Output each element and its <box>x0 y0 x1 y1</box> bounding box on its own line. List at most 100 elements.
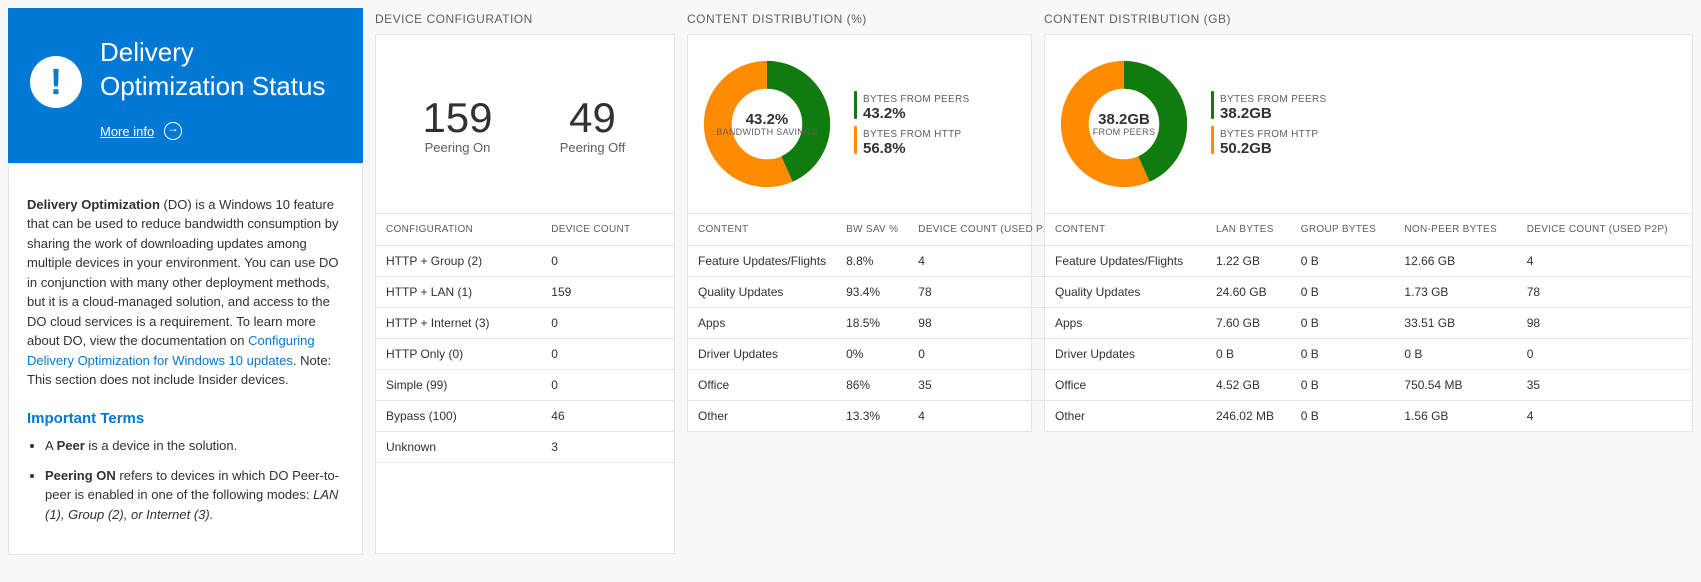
col-bw-sav[interactable]: BW SAV % <box>836 214 908 246</box>
col-content-gb[interactable]: CONTENT <box>1045 214 1206 246</box>
lead-bold: Delivery Optimization <box>27 197 160 212</box>
cell-dev-count: 78 <box>1517 277 1692 308</box>
donut-pct-label: BANDWIDTH SAVINGS <box>716 128 817 138</box>
table-row[interactable]: Quality Updates24.60 GB0 B1.73 GB78 <box>1045 277 1692 308</box>
dashboard: ! Delivery Optimization Status More info… <box>0 0 1701 563</box>
table-row[interactable]: Other13.3%4 <box>688 401 1069 432</box>
table-row[interactable]: Bypass (100)46 <box>376 401 674 432</box>
hero-banner: ! Delivery Optimization Status More info <box>8 8 363 163</box>
content-dist-pct-title: CONTENT DISTRIBUTION (%) <box>687 8 1032 34</box>
content-dist-pct-column: CONTENT DISTRIBUTION (%) 43.2% BANDWIDTH… <box>687 8 1032 432</box>
cell-group: 0 B <box>1291 308 1395 339</box>
cell-bw-sav: 13.3% <box>836 401 908 432</box>
cell-content: Driver Updates <box>688 339 836 370</box>
donut-gb: 38.2GB FROM PEERS <box>1059 59 1189 189</box>
table-row[interactable]: Feature Updates/Flights1.22 GB0 B12.66 G… <box>1045 246 1692 277</box>
cell-device-count: 0 <box>541 339 674 370</box>
table-row[interactable]: Unknown3 <box>376 432 674 463</box>
hero-text: Delivery Optimization Status More info <box>100 36 341 139</box>
cell-configuration: Unknown <box>376 432 541 463</box>
legend-row: BYTES FROM PEERS38.2GB <box>1211 91 1326 122</box>
cell-content: Office <box>688 370 836 401</box>
content-dist-gb-column: CONTENT DISTRIBUTION (GB) 38.2GB FROM PE… <box>1044 8 1693 432</box>
col-group-bytes[interactable]: GROUP BYTES <box>1291 214 1395 246</box>
device-config-table: CONFIGURATION DEVICE COUNT HTTP + Group … <box>375 214 675 554</box>
donut-pct-value: 43.2% <box>746 111 789 128</box>
content-dist-gb-chart: 38.2GB FROM PEERS BYTES FROM PEERS38.2GB… <box>1044 34 1693 214</box>
cell-configuration: HTTP + Internet (3) <box>376 308 541 339</box>
col-device-count[interactable]: DEVICE COUNT <box>541 214 674 246</box>
peering-counters: 159 Peering On 49 Peering Off <box>390 94 660 155</box>
legend-text: BYTES FROM PEERS43.2% <box>863 91 969 122</box>
peering-on-cell: 159 Peering On <box>390 94 525 155</box>
cell-dev-count: 98 <box>1517 308 1692 339</box>
cell-nonpeer: 1.56 GB <box>1394 401 1516 432</box>
col-dev-count-p2p-gb[interactable]: DEVICE COUNT (USED P2P) <box>1517 214 1692 246</box>
more-info-link[interactable]: More info <box>100 124 154 139</box>
table-row[interactable]: Driver Updates0 B0 B0 B0 <box>1045 339 1692 370</box>
cell-content: Other <box>688 401 836 432</box>
table-row[interactable]: Other246.02 MB0 B1.56 GB4 <box>1045 401 1692 432</box>
legend-row: BYTES FROM HTTP56.8% <box>854 126 969 157</box>
legend-color-icon <box>854 91 857 119</box>
cell-dev-count: 35 <box>1517 370 1692 401</box>
lead-rest: (DO) is a Windows 10 feature that can be… <box>27 197 339 349</box>
legend-label: BYTES FROM PEERS <box>863 94 969 105</box>
cell-configuration: Bypass (100) <box>376 401 541 432</box>
cell-content: Quality Updates <box>1045 277 1206 308</box>
peering-off-label: Peering Off <box>525 140 660 155</box>
cell-bw-sav: 18.5% <box>836 308 908 339</box>
table-row[interactable]: HTTP + Group (2)0 <box>376 246 674 277</box>
cell-content: Feature Updates/Flights <box>688 246 836 277</box>
legend-color-icon <box>854 126 857 154</box>
table-row[interactable]: HTTP + LAN (1)159 <box>376 277 674 308</box>
table-row[interactable]: Office4.52 GB0 B750.54 MB35 <box>1045 370 1692 401</box>
cell-dev-count: 4 <box>1517 246 1692 277</box>
legend-value: 38.2GB <box>1220 105 1326 122</box>
description-paragraph: Delivery Optimization (DO) is a Windows … <box>27 195 344 390</box>
arrow-right-icon <box>164 122 182 140</box>
cell-nonpeer: 33.51 GB <box>1394 308 1516 339</box>
table-row[interactable]: HTTP + Internet (3)0 <box>376 308 674 339</box>
table-row[interactable]: Apps7.60 GB0 B33.51 GB98 <box>1045 308 1692 339</box>
col-content[interactable]: CONTENT <box>688 214 836 246</box>
terms-list: A Peer is a device in the solution. Peer… <box>27 436 344 524</box>
table-row[interactable]: Quality Updates93.4%78 <box>688 277 1069 308</box>
table-row[interactable]: Feature Updates/Flights8.8%4 <box>688 246 1069 277</box>
cell-content: Other <box>1045 401 1206 432</box>
cell-configuration: HTTP + Group (2) <box>376 246 541 277</box>
col-configuration[interactable]: CONFIGURATION <box>376 214 541 246</box>
cell-nonpeer: 750.54 MB <box>1394 370 1516 401</box>
cell-content: Driver Updates <box>1045 339 1206 370</box>
cell-group: 0 B <box>1291 246 1395 277</box>
donut-gb-value: 38.2GB <box>1098 111 1150 128</box>
table-row[interactable]: Driver Updates0%0 <box>688 339 1069 370</box>
table-row[interactable]: Apps18.5%98 <box>688 308 1069 339</box>
more-info-row: More info <box>100 118 341 139</box>
cell-content: Office <box>1045 370 1206 401</box>
cell-lan: 246.02 MB <box>1206 401 1291 432</box>
cell-lan: 4.52 GB <box>1206 370 1291 401</box>
content-dist-gb-title: CONTENT DISTRIBUTION (GB) <box>1044 8 1693 34</box>
cell-device-count: 159 <box>541 277 674 308</box>
peering-off-cell: 49 Peering Off <box>525 94 660 155</box>
legend-text: BYTES FROM PEERS38.2GB <box>1220 91 1326 122</box>
col-nonpeer-bytes[interactable]: NON-PEER BYTES <box>1394 214 1516 246</box>
cell-group: 0 B <box>1291 277 1395 308</box>
cell-content: Quality Updates <box>688 277 836 308</box>
cell-dev-count: 4 <box>1517 401 1692 432</box>
peering-on-value: 159 <box>390 94 525 142</box>
table-row[interactable]: HTTP Only (0)0 <box>376 339 674 370</box>
legend-color-icon <box>1211 126 1214 154</box>
content-dist-gb-table: CONTENT LAN BYTES GROUP BYTES NON-PEER B… <box>1044 214 1693 432</box>
legend-value: 50.2GB <box>1220 140 1318 157</box>
col-lan-bytes[interactable]: LAN BYTES <box>1206 214 1291 246</box>
table-row[interactable]: Office86%35 <box>688 370 1069 401</box>
legend-row: BYTES FROM PEERS43.2% <box>854 91 969 122</box>
content-dist-pct-chart: 43.2% BANDWIDTH SAVINGS BYTES FROM PEERS… <box>687 34 1032 214</box>
alert-icon: ! <box>30 56 82 108</box>
legend-gb: BYTES FROM PEERS38.2GBBYTES FROM HTTP50.… <box>1211 87 1326 161</box>
cell-content: Feature Updates/Flights <box>1045 246 1206 277</box>
legend-value: 43.2% <box>863 105 969 122</box>
table-row[interactable]: Simple (99)0 <box>376 370 674 401</box>
